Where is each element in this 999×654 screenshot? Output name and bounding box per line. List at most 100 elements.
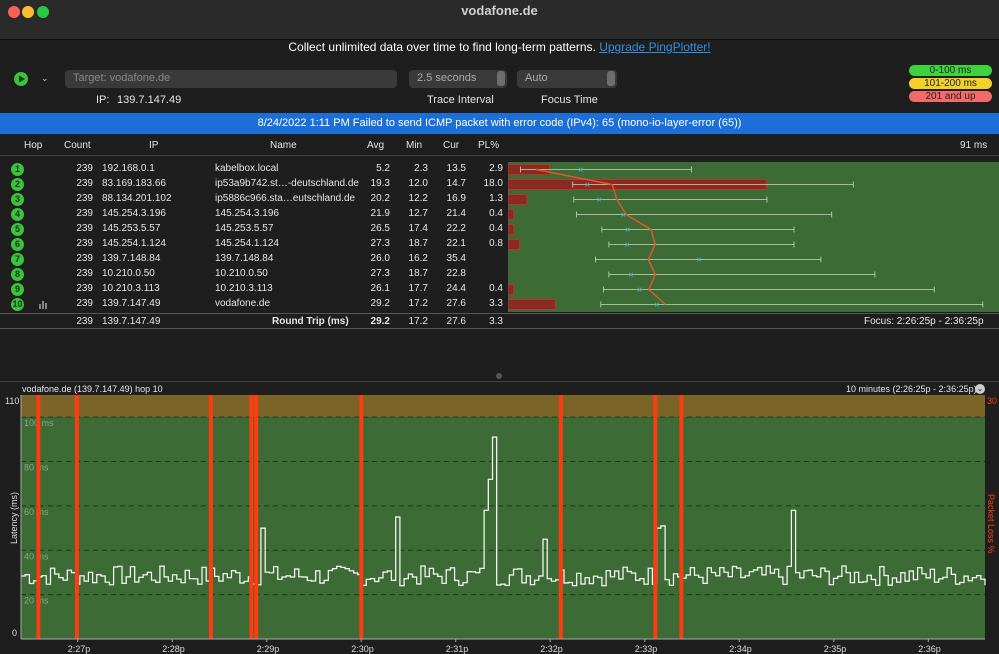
cell-min: 12.2 (408, 193, 428, 204)
focus-stepper[interactable] (607, 71, 615, 86)
cell-min: 17.7 (408, 283, 428, 294)
x-tick-label: 2:30p (351, 644, 374, 654)
chevron-down-icon[interactable]: ⌄ (41, 73, 49, 84)
upgrade-link[interactable]: Upgrade PingPlotter! (599, 40, 710, 54)
table-row[interactable]: 1 239 192.168.0.1 kabelbox.local 5.2 2.3 13.5 2… (0, 162, 508, 177)
cell-count: 239 (76, 238, 93, 249)
cell-min: 17.4 (408, 223, 428, 234)
cell-avg: 5.2 (376, 163, 390, 174)
cell-cur: 22.1 (446, 238, 466, 249)
x-tick-label: 2:34p (729, 644, 752, 654)
current-latency-marker: × (620, 210, 626, 221)
summary-cur: 27.6 (446, 316, 466, 327)
cell-avg: 20.2 (370, 193, 390, 204)
chevron-down-icon[interactable]: ⌄ (975, 384, 985, 394)
cell-count: 239 (76, 283, 93, 294)
x-tick-label: 2:28p (162, 644, 185, 654)
packet-loss-bar (508, 239, 520, 250)
cell-name: ip53a9b742.st…-deutschland.de (215, 178, 359, 189)
cell-count: 239 (76, 298, 93, 309)
trace-graph[interactable]: ×××××××××× (508, 162, 999, 312)
interval-stepper[interactable] (497, 71, 505, 86)
hop-number-badge: 4 (11, 208, 24, 221)
promo-banner: Collect unlimited data over time to find… (0, 40, 999, 54)
packet-loss-marker (208, 395, 213, 639)
play-icon (19, 75, 25, 83)
cell-ip: 139.7.147.49 (102, 298, 161, 309)
col-min[interactable]: Min (406, 140, 422, 151)
cell-cur: 16.9 (446, 193, 466, 204)
cell-count: 239 (76, 223, 93, 234)
scale-label: 91 ms (960, 140, 988, 151)
table-row[interactable]: 4 239 145.254.3.196 145.254.3.196 21.9 12.7 21… (0, 207, 508, 222)
hop-number-badge: 7 (11, 253, 24, 266)
col-hop[interactable]: Hop (24, 140, 42, 151)
legend-red: 201 and up (909, 91, 992, 102)
cell-ip: 145.253.5.57 (102, 223, 161, 234)
target-input[interactable]: Target: vodafone.de (65, 70, 397, 88)
table-row[interactable]: 9 239 10.210.3.113 10.210.3.113 26.1 17.7 24.4… (0, 282, 508, 297)
table-row[interactable]: 2 239 83.169.183.66 ip53a9b742.st…-deutschl… (0, 177, 508, 192)
cell-count: 239 (76, 193, 93, 204)
cell-min: 18.7 (408, 268, 428, 279)
cell-cur: 35.4 (446, 253, 466, 264)
table-row[interactable]: 6 239 145.254.1.124 145.254.1.124 27.3 18.7 22… (0, 237, 508, 252)
table-row[interactable]: 10 239 139.7.147.49 vodafone.de 29.2 17.2 27.6… (0, 297, 508, 312)
cell-min: 18.7 (408, 238, 428, 249)
title-bar: vodafone.de (0, 0, 999, 40)
legend-green: 0-100 ms (909, 65, 992, 76)
summary-row: 239 139.7.147.49 Round Trip (ms) 29.2 17… (0, 313, 999, 329)
col-avg[interactable]: Avg (367, 140, 384, 151)
cell-pl: 0.8 (489, 238, 503, 249)
trace-interval-select[interactable]: 2.5 seconds (409, 70, 507, 88)
splitter-handle[interactable] (496, 373, 502, 379)
cell-cur: 13.5 (446, 163, 466, 174)
graph-icon[interactable] (38, 300, 48, 309)
latency-graph[interactable]: 100 ms80 ms60 ms40 ms20 ms110030Latency … (0, 394, 999, 654)
col-name[interactable]: Name (270, 140, 297, 151)
col-count[interactable]: Count (64, 140, 91, 151)
hop-number-badge: 2 (11, 178, 24, 191)
cell-cur: 22.8 (446, 268, 466, 279)
cell-count: 239 (76, 163, 93, 174)
play-button[interactable] (14, 72, 28, 86)
x-tick-label: 2:32p (540, 644, 563, 654)
current-latency-marker: × (578, 165, 584, 176)
hop-number-badge: 5 (11, 223, 24, 236)
legend-label: 101-200 ms (924, 78, 977, 89)
summary-avg: 29.2 (370, 316, 390, 327)
summary-name: Round Trip (ms) (272, 316, 349, 327)
focus-time-select[interactable]: Auto (517, 70, 617, 88)
summary-ip: 139.7.147.49 (102, 316, 161, 327)
hop-number-badge: 9 (11, 283, 24, 296)
packet-loss-bar (508, 284, 515, 295)
cell-avg: 26.5 (370, 223, 390, 234)
col-ip[interactable]: IP (149, 140, 158, 151)
cell-ip: 88.134.201.102 (102, 193, 172, 204)
cell-name: 145.254.1.124 (215, 238, 279, 249)
summary-count: 239 (76, 316, 93, 327)
y-tick-bottom: 0 (12, 628, 17, 638)
cell-name: 10.210.3.113 (215, 283, 273, 294)
high-latency-band (21, 395, 985, 418)
normal-latency-band (21, 417, 985, 639)
y-axis-label: Latency (ms) (9, 492, 19, 544)
col-pl[interactable]: PL% (478, 140, 499, 151)
table-row[interactable]: 8 239 10.210.0.50 10.210.0.50 27.3 18.7 22.8 (0, 267, 508, 282)
col-cur[interactable]: Cur (443, 140, 459, 151)
cell-cur: 21.4 (446, 208, 466, 219)
cell-count: 239 (76, 253, 93, 264)
cell-ip: 10.210.3.113 (102, 283, 160, 294)
table-row[interactable]: 5 239 145.253.5.57 145.253.5.57 26.5 17.4 22.2… (0, 222, 508, 237)
packet-loss-marker (679, 395, 684, 639)
table-row[interactable]: 3 239 88.134.201.102 ip5886c966.sta…eutschl… (0, 192, 508, 207)
cell-ip: 10.210.0.50 (102, 268, 155, 279)
graph-range[interactable]: 10 minutes (2:26:25p - 2:36:25p) (846, 384, 977, 394)
cell-avg: 29.2 (370, 298, 390, 309)
cell-min: 16.2 (408, 253, 428, 264)
cell-count: 239 (76, 268, 93, 279)
table-row[interactable]: 7 239 139.7.148.84 139.7.148.84 26.0 16.2 35.4 (0, 252, 508, 267)
app-window: vodafone.de Collect unlimited data over … (0, 0, 999, 654)
cell-ip: 145.254.1.124 (102, 238, 166, 249)
cell-avg: 26.1 (370, 283, 390, 294)
